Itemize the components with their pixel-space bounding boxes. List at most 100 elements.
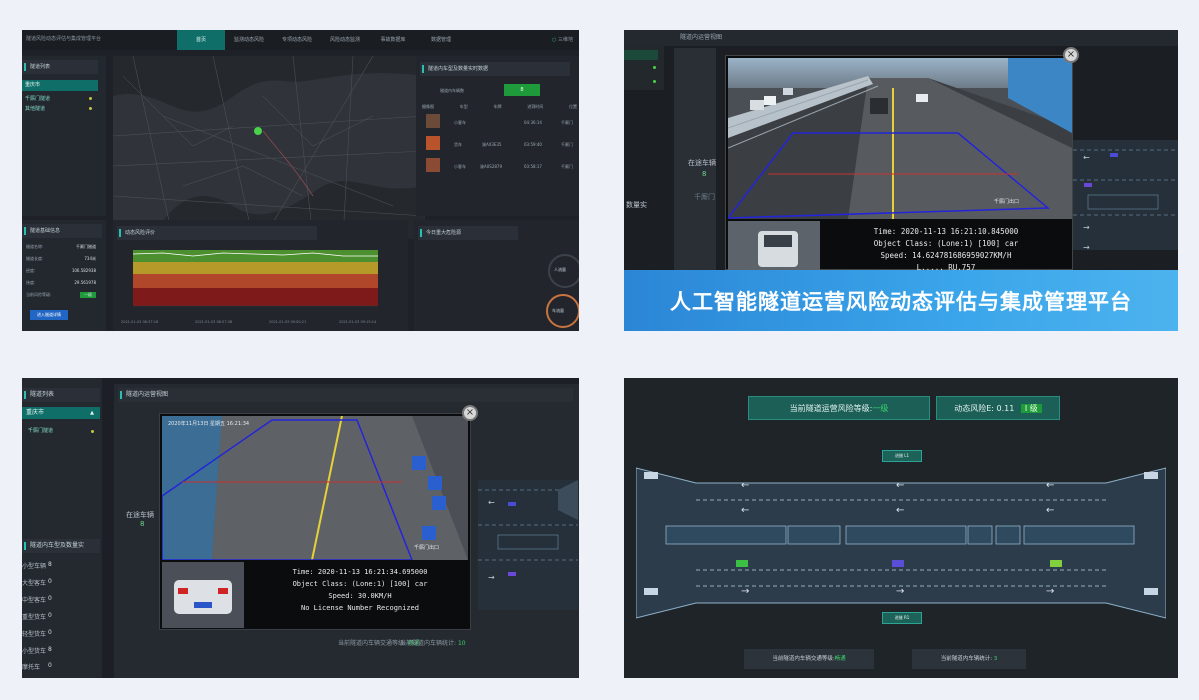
dashboard-panel: 隧道风险动态评估与集成管理平台 首页 监测动态风险 专项动态风险 风险动态监测 … [22, 30, 579, 331]
risk-band-chart [132, 250, 378, 307]
vehicle-type-count: 8 [48, 646, 52, 653]
gauge-vehicle-label: 车流量 [552, 308, 564, 313]
vehicle-type-count: 0 [48, 578, 52, 585]
close-icon[interactable]: × [462, 405, 478, 421]
vehicle-count-value: 3 [993, 656, 998, 662]
tab-risk-monitor[interactable]: 风险动态监测 [321, 30, 369, 50]
vehicle-photo [426, 158, 440, 172]
camera-banner-panel: 隧道内运营视图 在途车辆 8 数量实 千厮门 ← → → 千厮门出口 Time:… [624, 30, 1178, 331]
tab-monitor[interactable]: 监测动态风险 [225, 30, 273, 50]
hazard-title: 今日重大危险源 [418, 226, 518, 240]
snapshot-image [162, 562, 244, 628]
tunnel-list-title: 隧道列表 [22, 388, 100, 402]
tunnel-item-label: 千厮门隧道 [28, 428, 54, 434]
tab-accident-db[interactable]: 事故数据库 [369, 30, 417, 50]
vehicle-panel-title: 隧道内车型及数量实时数据 [420, 62, 570, 76]
tunnel-list-sidebar: 隧道列表 重庆市 ▲ 千厮门隧道 隧道内车型及数量实 小型车辆 8 大型客车 0 中型… [22, 378, 102, 678]
row-time: 04:36:14 [524, 120, 542, 125]
close-icon[interactable]: × [1063, 47, 1079, 63]
status-dot-icon [653, 66, 656, 69]
row-pos: 千厮门 [561, 164, 573, 169]
vehicle-type-name: 大型客车 [22, 580, 47, 587]
svg-text:→: → [1083, 223, 1090, 232]
vehicle-snapshot [162, 562, 244, 628]
svg-text:←: ← [741, 505, 749, 516]
svg-text:←: ← [1046, 480, 1054, 491]
camera-list-panel: 隧道列表 重庆市 ▲ 千厮门隧道 隧道内车型及数量实 小型车辆 8 大型客车 0 中型… [22, 378, 579, 678]
city-item[interactable]: 重庆市 ▲ [22, 407, 100, 419]
vehicle-count-status: 当前隧道内车辆统计: 3 [912, 649, 1026, 669]
info-key: 当前风险等级: [26, 292, 52, 297]
svg-text:→: → [1083, 243, 1090, 252]
vehicle-type-count: 0 [48, 662, 52, 669]
status-dot-icon [653, 80, 656, 83]
list-item: 摩托车 0 [22, 662, 52, 671]
banner-title: 人工智能隧道运营风险动态评估与集成管理平台 [670, 289, 1132, 314]
vehicle-snapshot [728, 221, 820, 271]
tab-special[interactable]: 专项动态风险 [273, 30, 321, 50]
vehicle-count-label: 当前隧道内车辆统计: [400, 640, 457, 647]
risk-level-badge: 一级 [80, 292, 96, 298]
tunnel-item-label: 千厮门隧道 [25, 96, 51, 102]
tunnel-item[interactable]: 千厮门隧道 [22, 94, 98, 104]
tab-data-mgmt[interactable]: 数据管理 [417, 30, 465, 50]
svg-text:←: ← [488, 498, 495, 507]
vehicle-realtime-panel: 隧道内车型及数量实时数据 隧道内车辆数 8 摄像图 车型 车牌 进洞时间 位置 … [416, 56, 579, 216]
detection-speed: Speed: 14.624781686959027KM/H [880, 251, 1012, 260]
risk-level-label: 当前隧道运营风险等级: [789, 404, 873, 413]
side-count-label: 在途车辆 [688, 159, 716, 167]
info-row: 经度: 106.582938 [26, 268, 102, 274]
vehicle-type-name: 轻型货车 [22, 631, 47, 638]
tunnel-city-item[interactable]: 重庆市 [22, 80, 98, 91]
row-type: 小客车 [454, 120, 466, 125]
camera-feed[interactable]: 千厮门出口 [728, 58, 1072, 219]
tab-home[interactable]: 首页 [177, 30, 225, 50]
vehicle-count-button[interactable]: 8 [504, 84, 540, 96]
detection-plate: No License Number Recognized [300, 604, 419, 612]
row-plate: 渝A0S2879 [480, 164, 502, 169]
row-time: 03:59:40 [524, 142, 542, 147]
svg-text:←: ← [1083, 153, 1090, 162]
detection-time: Time: 2020-11-13 16:21:34.695000 [292, 568, 428, 576]
detection-speed: Speed: 30.0KM/H [328, 592, 392, 600]
svg-text:→: → [741, 586, 749, 597]
vehicle-type-count: 8 [48, 561, 52, 568]
platform-banner: 人工智能隧道运营风险动态评估与集成管理平台 [624, 270, 1178, 331]
tunnel-preview: ← → [478, 480, 578, 610]
vehicle-table-header: 摄像图 车型 车牌 进洞时间 位置 [422, 104, 577, 110]
svg-text:←: ← [1046, 505, 1054, 516]
list-item: 中型客车 0 [22, 595, 52, 604]
info-value: 29.561978 [74, 280, 96, 285]
vehicle-count-status: 当前隧道内车辆统计: 10 [400, 638, 466, 647]
detection-object: Object Class: (Lone:1) [100] car [292, 580, 428, 588]
traffic-level-value: 畅通 [834, 656, 846, 662]
info-row: 隧道名称: 千厮门隧道 [26, 244, 102, 250]
vehicle-type-name: 中型客车 [22, 597, 47, 604]
vehicle-photo [426, 114, 440, 128]
row-pos: 千厮门 [561, 142, 573, 147]
col-header: 车牌 [493, 104, 502, 109]
camera-popup: 千厮门出口 Time: 2020-11-13 16:21:10.845000 O… [725, 55, 1073, 272]
tunnel-list-title: 隧道列表 [22, 60, 98, 74]
camera-feed[interactable]: 2020年11月13日 星期五 16:21:34 千厮门出口 [162, 416, 468, 560]
enter-tunnel-button[interactable]: 进入隧道详情 [30, 310, 68, 320]
camera-watermark: 千厮门出口 [994, 199, 1020, 205]
panel-header: 隧道内运营视图 [624, 30, 1178, 46]
list-item: 小型车辆 8 [22, 561, 52, 570]
side-section-label: 数量实 [626, 201, 647, 209]
tunnel-item[interactable]: 其他隧道 [22, 104, 98, 114]
traffic-level-label: 当前隧道内车辆交通等级: [338, 640, 407, 647]
row-type: 小客车 [454, 164, 466, 169]
tunnel-item[interactable]: 千厮门隧道 [22, 425, 100, 437]
tunnel-diagram[interactable]: ← ← ← ← ← ← → → → [636, 458, 1166, 628]
vehicle-type-count: 0 [48, 595, 52, 602]
tunnel-item-label: 其他隧道 [25, 106, 46, 112]
dynamic-risk-badge: 动态风险E: 0.11 I 级 [936, 396, 1060, 420]
exit-label: 进隧 R1 [882, 612, 922, 624]
city-map[interactable] [113, 56, 425, 239]
header-title: 隧道内运营视图 [680, 34, 723, 41]
side-gate-label: 千厮门 [694, 193, 715, 201]
city-label: 重庆市 [25, 82, 41, 88]
user-menu[interactable]: 三维地 [552, 36, 573, 43]
city-label: 重庆市 [26, 409, 45, 416]
